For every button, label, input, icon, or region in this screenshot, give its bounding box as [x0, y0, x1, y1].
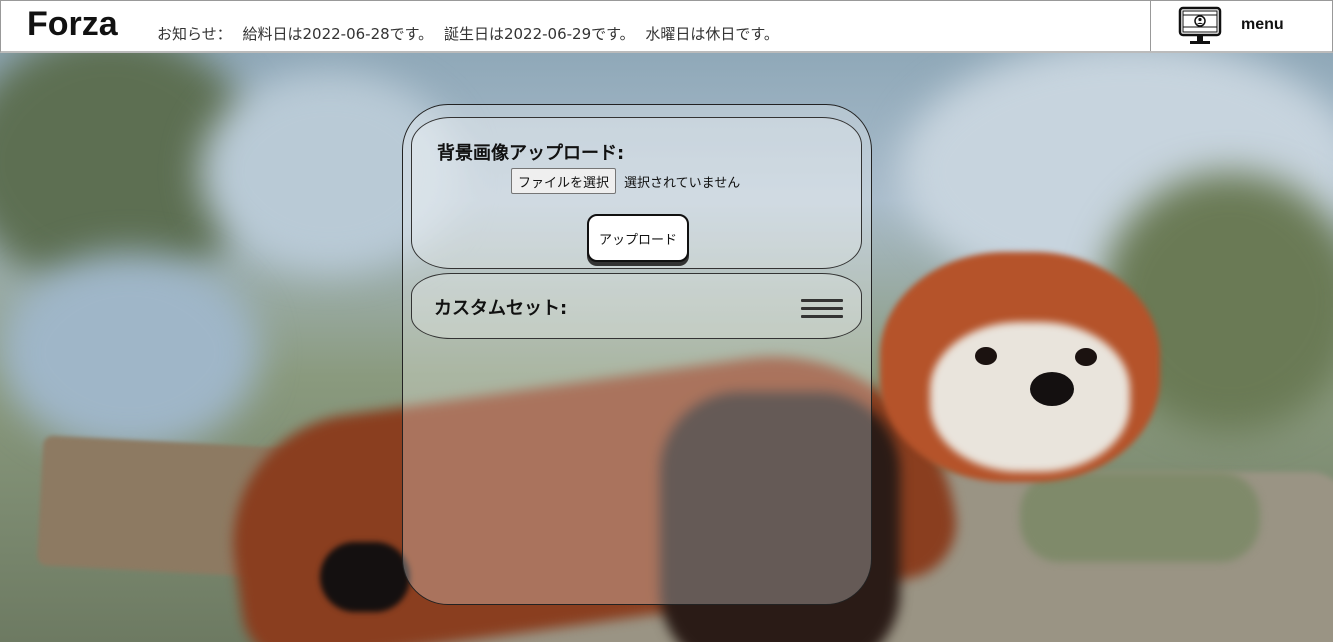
notice-item: 給料日は2022-06-28です。	[242, 25, 434, 43]
logo[interactable]: Forza	[27, 5, 118, 44]
upload-section: 背景画像アップロード: ファイルを選択 選択されていません アップロード	[411, 117, 862, 269]
custom-set-section[interactable]: カスタムセット:	[411, 273, 862, 339]
custom-set-title: カスタムセット:	[434, 298, 568, 319]
settings-panel: 背景画像アップロード: ファイルを選択 選択されていません アップロード カスタ…	[402, 104, 872, 605]
notice-item: 水曜日は休日です。	[645, 25, 779, 43]
notice-item: 誕生日は2022-06-29です。	[443, 25, 635, 43]
menu-label: menu	[1241, 16, 1284, 33]
header-bar: Forza お知らせ： 給料日は2022-06-28です。 誕生日は2022-0…	[0, 0, 1333, 53]
upload-title: 背景画像アップロード:	[437, 143, 625, 164]
upload-button[interactable]: アップロード	[587, 214, 689, 262]
file-status: 選択されていません	[624, 176, 741, 191]
file-select-button[interactable]: ファイルを選択	[511, 168, 617, 194]
notice-label: お知らせ：	[157, 25, 232, 43]
notice-bar: お知らせ： 給料日は2022-06-28です。 誕生日は2022-06-29です…	[157, 23, 785, 44]
hamburger-menu-icon[interactable]	[801, 299, 843, 319]
menu-button[interactable]: menu	[1150, 1, 1332, 51]
monitor-user-icon	[1178, 6, 1222, 44]
